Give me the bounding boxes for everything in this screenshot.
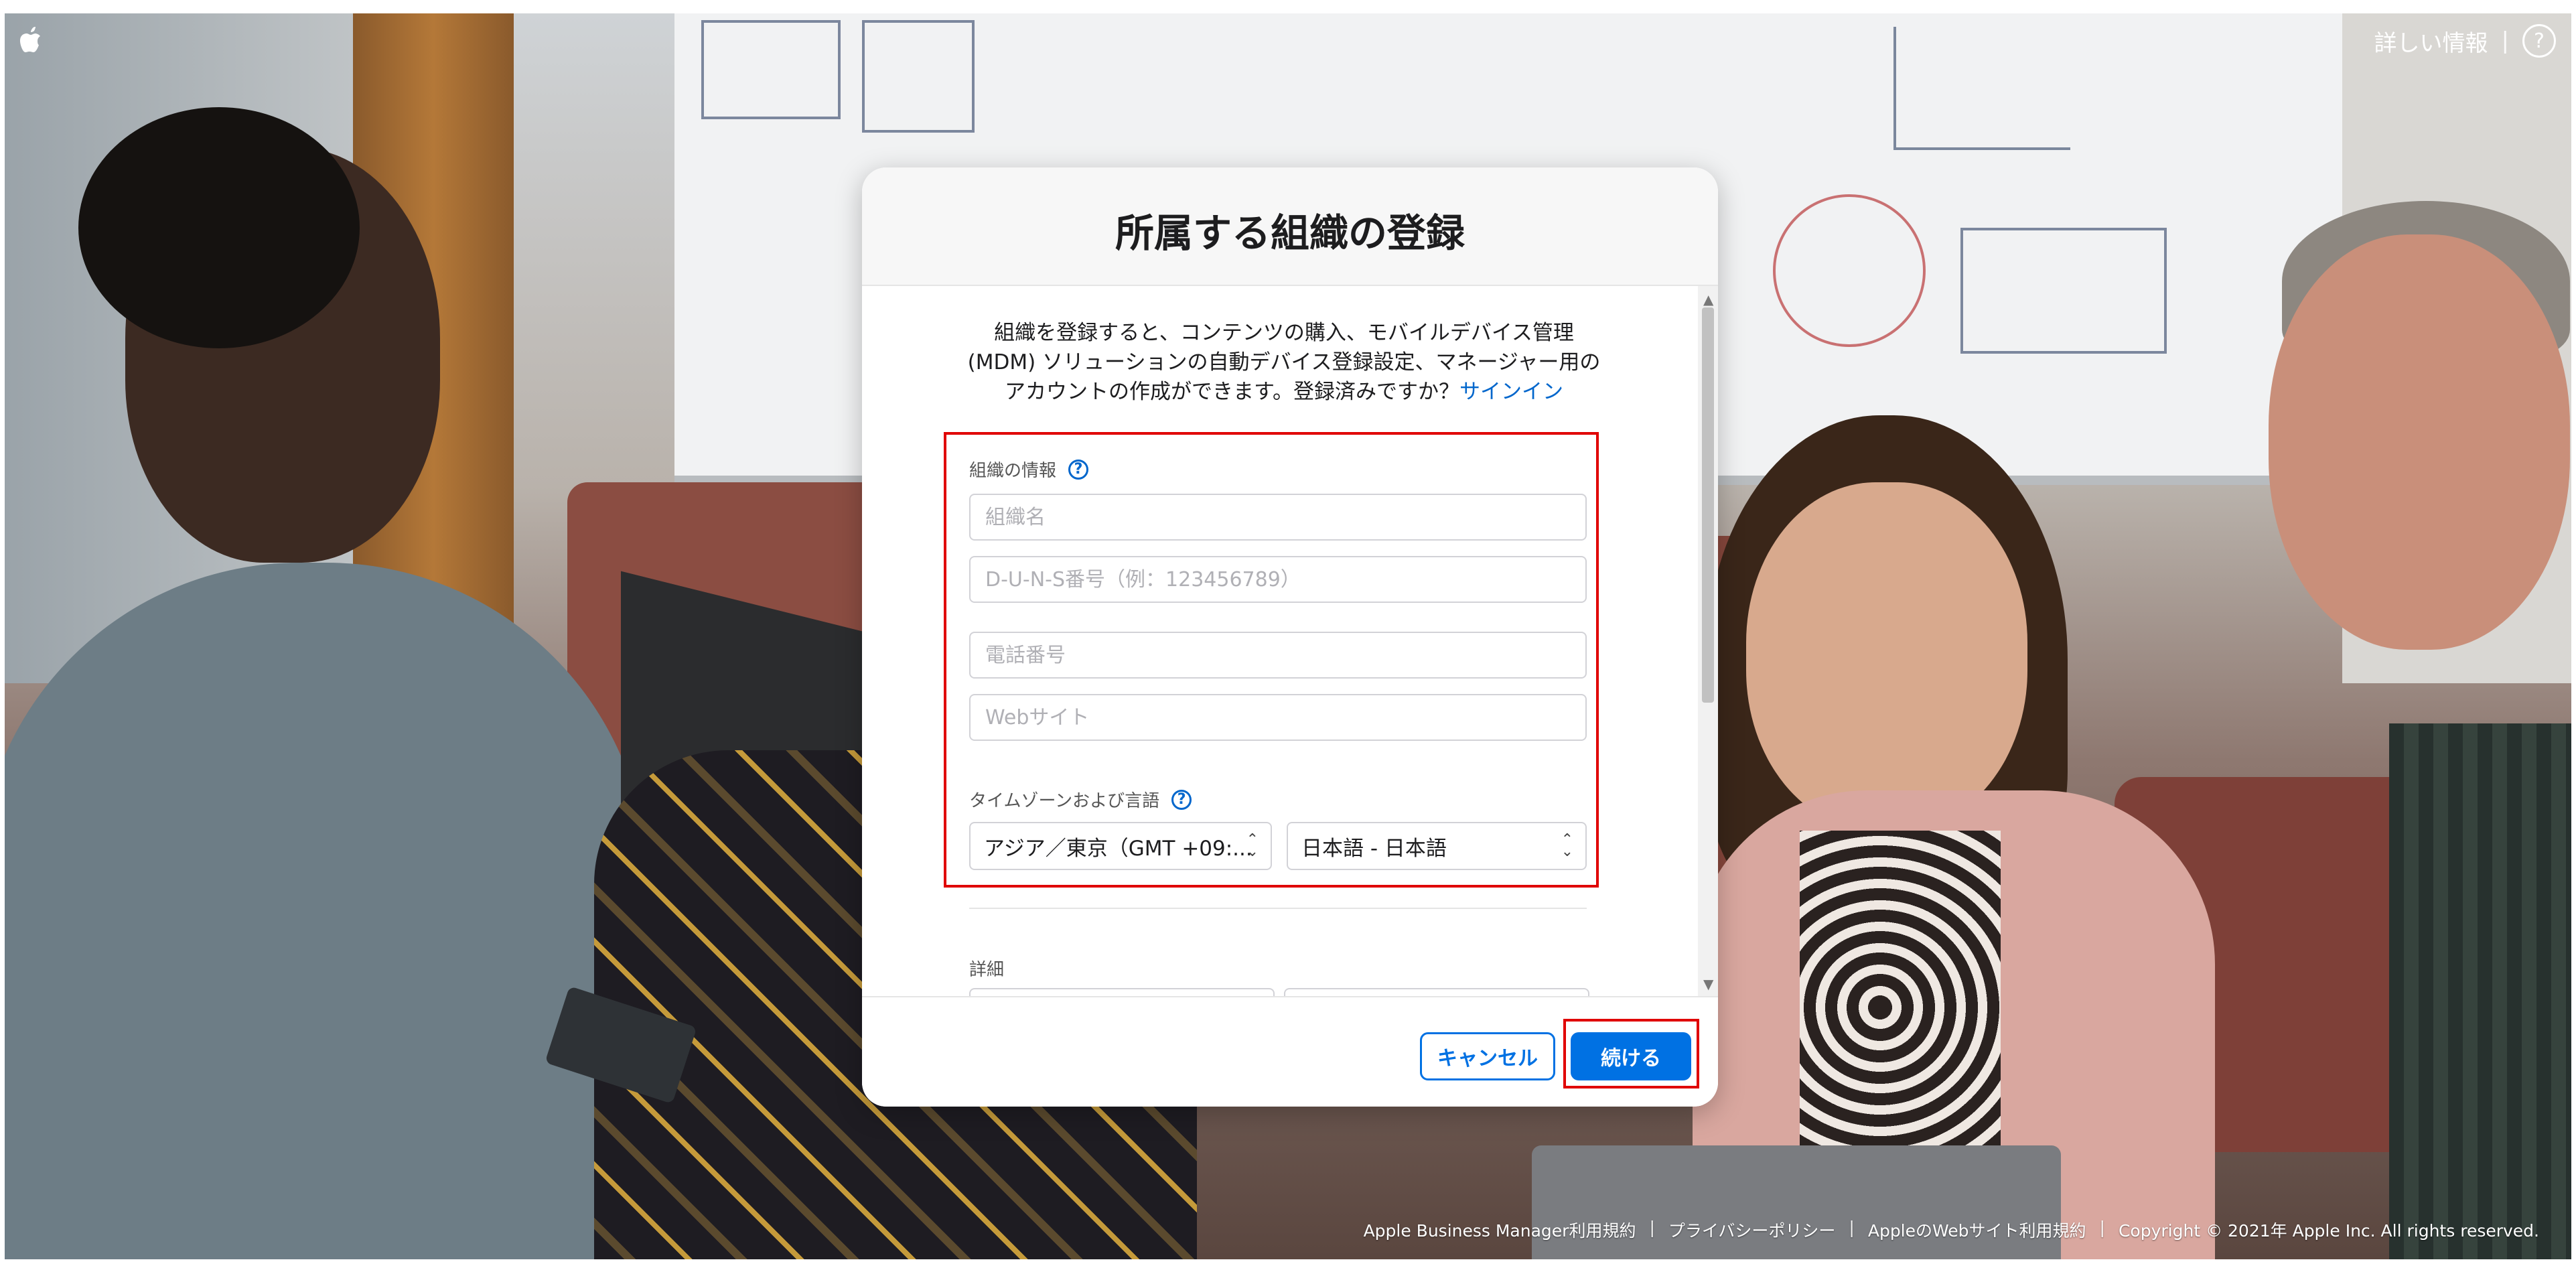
timezone-language-label: タイムゾーンおよび言語 ? [969,787,1192,812]
org-name-input[interactable] [971,495,1585,539]
bg-person-head [2269,234,2570,650]
website-field[interactable] [969,694,1587,741]
continue-button[interactable]: 続ける [1571,1032,1691,1080]
modal-footer: キャンセル 続ける [862,996,1718,1107]
details-label-text: 詳細 [969,960,1005,980]
intro-text: 組織を登録すると、コンテンツの購入、モバイルデバイス管理 (MDM) ソリューシ… [956,318,1612,407]
bg-scribble [1960,228,2167,354]
scroll-up-arrow-icon[interactable]: ▲ [1703,291,1713,307]
bg-scribble [862,20,975,133]
top-right-nav: 詳しい情報 | ? [2374,24,2556,58]
intro-line: 組織を登録すると、コンテンツの購入、モバイルデバイス管理 [994,321,1574,345]
more-info-link[interactable]: 詳しい情報 [2374,25,2488,58]
scroll-down-arrow-icon[interactable]: ▼ [1703,976,1713,992]
footer-separator: | [1649,1218,1655,1237]
nav-separator: | [2501,27,2509,54]
bg-scribble [1893,27,2070,150]
bg-scribble [701,20,841,119]
help-icon[interactable]: ? [2522,24,2556,58]
bg-person-hair [78,107,360,348]
footer-terms-link[interactable]: Apple Business Manager利用規約 [1364,1218,1636,1242]
modal-body[interactable]: 組織を登録すると、コンテンツの購入、モバイルデバイス管理 (MDM) ソリューシ… [862,286,1718,996]
language-value: 日本語 - 日本語 [1301,836,1447,861]
details-field-partial[interactable] [969,988,1275,996]
modal-scrollbar[interactable]: ▲ ▼ [1698,286,1718,996]
help-glyph: ? [2534,29,2545,53]
org-info-label: 組織の情報 ? [969,457,1089,482]
footer-website-terms-link[interactable]: AppleのWebサイト利用規約 [1868,1218,2086,1242]
updown-chevron-icon: ⌃ ⌄ [1246,831,1259,860]
footer-privacy-link[interactable]: プライバシーポリシー [1668,1218,1836,1242]
modal-header: 所属する組織の登録 [862,167,1718,286]
website-input[interactable] [971,695,1585,740]
bg-person [2389,723,2571,1259]
apple-logo-icon-svg [20,27,40,52]
phone-field[interactable] [969,632,1587,679]
apple-logo-icon[interactable] [19,27,42,54]
section-divider [969,908,1587,909]
duns-input[interactable] [971,557,1585,602]
registration-modal: 所属する組織の登録 組織を登録すると、コンテンツの購入、モバイルデバイス管理 (… [862,167,1718,1107]
page-footer: Apple Business Manager利用規約 | プライバシーポリシー … [1364,1218,2539,1242]
question-icon[interactable]: ? [1171,789,1192,810]
org-name-field[interactable] [969,494,1587,541]
question-icon[interactable]: ? [1068,459,1089,480]
phone-input[interactable] [971,633,1585,677]
scrollbar-thumb[interactable] [1702,307,1714,703]
details-label: 詳細 [969,956,1004,981]
timezone-value: アジア／東京（GMT +09:... [984,836,1253,861]
timezone-language-label-text: タイムゾーンおよび言語 [969,791,1160,811]
details-field-partial[interactable] [1284,988,1589,996]
cancel-button[interactable]: キャンセル [1420,1032,1555,1080]
intro-line-text: アカウントの作成ができます。登録済みですか？ [1005,380,1459,404]
modal-title: 所属する組織の登録 [1115,210,1465,256]
question-glyph: ? [1074,461,1083,478]
timezone-select[interactable]: アジア／東京（GMT +09:... ⌃ ⌄ [969,822,1272,870]
footer-copyright: Copyright © 2021年 Apple Inc. All rights … [2118,1221,2539,1241]
org-info-label-text: 組織の情報 [969,461,1057,481]
bg-laptop [1532,1145,2061,1259]
footer-separator: | [2099,1218,2105,1237]
bg-person-head [1746,482,2027,831]
bg-scribble [1773,194,1926,347]
updown-chevron-icon: ⌃ ⌄ [1561,831,1573,860]
signin-link[interactable]: サインイン [1459,380,1563,404]
intro-line: (MDM) ソリューションの自動デバイス登録設定、マネージャー用の [967,350,1601,374]
footer-separator: | [1849,1218,1855,1237]
duns-field[interactable] [969,556,1587,603]
question-glyph: ? [1177,791,1186,808]
intro-line: アカウントの作成ができます。登録済みですか？サインイン [956,377,1612,407]
language-select[interactable]: 日本語 - 日本語 ⌃ ⌄ [1287,822,1587,870]
bg-person [5,563,648,1259]
